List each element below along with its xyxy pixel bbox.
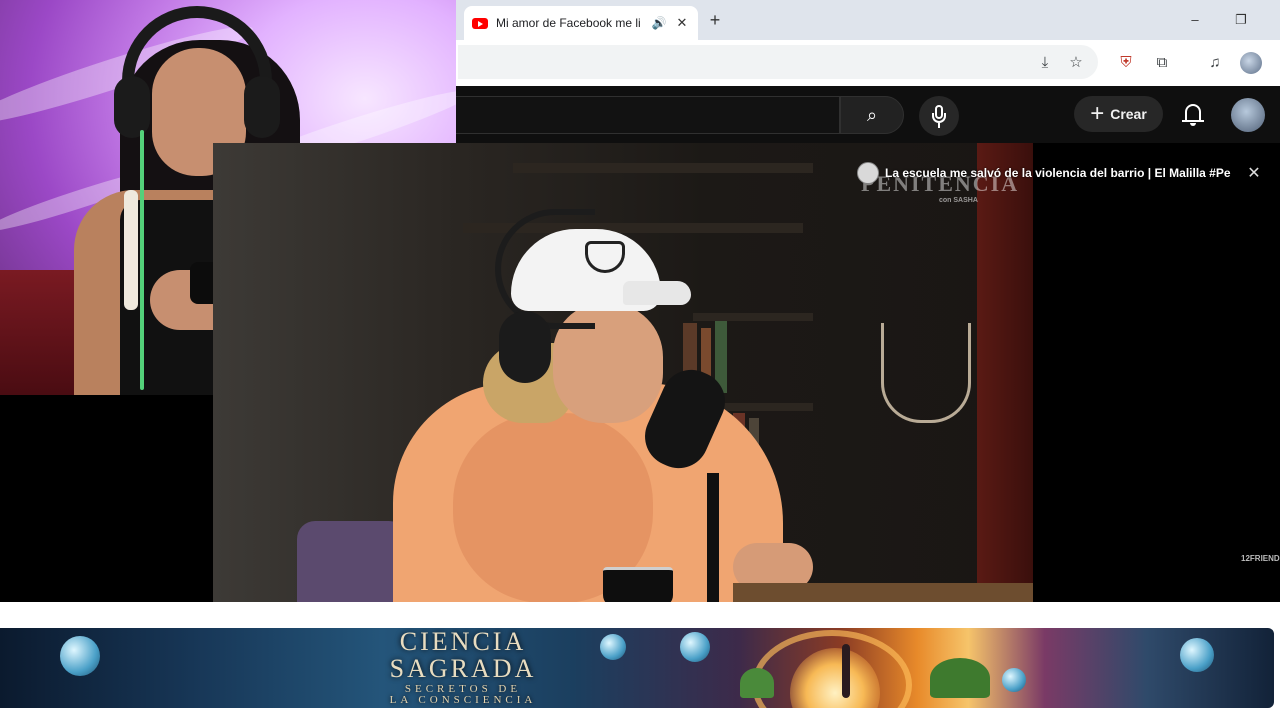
create-button[interactable]: + Crear [1074, 96, 1163, 132]
letterbox-area [0, 395, 213, 602]
table [733, 583, 1033, 602]
close-icon[interactable]: ✕ [1245, 163, 1263, 183]
address-bar[interactable] [458, 45, 1098, 79]
create-label: Crear [1110, 106, 1147, 122]
guest-chair [297, 521, 407, 602]
install-app-icon[interactable]: ⤓ [1034, 52, 1056, 74]
voice-search-button[interactable] [919, 96, 959, 136]
speaker-icon[interactable]: 🔊 [650, 16, 668, 30]
page-gap [0, 602, 1280, 628]
bookmark-star-icon[interactable]: ☆ [1065, 52, 1087, 74]
tab-title: Mi amor de Facebook me li [496, 16, 641, 30]
browser-tab[interactable]: Mi amor de Facebook me li 🔊 ✕ [464, 6, 698, 40]
corner-logo: 12FRIENDS [1241, 554, 1280, 563]
ciencia-sagrada-banner: CIENCIA SAGRADA SECRETOS DE LA CONSCIENC… [0, 628, 1274, 708]
banner-subtitle: SECRETOS DE LA CONSCIENCIA [389, 683, 537, 706]
new-tab-button[interactable]: + [704, 9, 726, 31]
headphone-cup [244, 76, 280, 138]
video-title[interactable]: La escuela me salvó de la violencia del … [885, 166, 1231, 180]
bottom-strip [0, 708, 1280, 720]
youtube-favicon-icon [472, 17, 488, 29]
planet-ring [752, 630, 912, 708]
account-avatar[interactable] [1231, 98, 1265, 132]
guest-headphone-cup [499, 311, 551, 383]
extensions-puzzle-icon[interactable]: ⧉ [1151, 52, 1173, 74]
notifications-bell-icon[interactable] [1178, 98, 1210, 130]
headphone-cup [114, 76, 150, 138]
browser-profile-avatar[interactable] [1240, 52, 1262, 74]
video-letterbox [1033, 143, 1280, 602]
mic-stand [707, 473, 719, 602]
video-title-bar: La escuela me salvó de la violencia del … [857, 161, 1280, 185]
top-strap [124, 190, 138, 310]
video-player[interactable]: PENITENCIA con SASHA La escuela me salvó… [213, 143, 1280, 602]
restore-button[interactable]: ❐ [1226, 8, 1256, 32]
screen: Mi amor de Facebook me li 🔊 ✕ + – ❐ ⤓ ☆ … [0, 0, 1280, 720]
browser-toolbar: ⤓ ☆ ⛨ ⧉ ♫ [456, 40, 1280, 86]
youtube-header: ⌕ + Crear [456, 86, 1280, 143]
search-icon: ⌕ [866, 105, 878, 125]
channel-avatar[interactable] [857, 162, 879, 184]
close-tab-icon[interactable]: ✕ [674, 15, 690, 31]
tote-bag [881, 323, 971, 423]
banner-title: CIENCIA SAGRADA [389, 628, 537, 683]
mic-cable [140, 130, 144, 390]
browser-tabbar: Mi amor de Facebook me li 🔊 ✕ + – ❐ [456, 0, 1280, 40]
minimize-button[interactable]: – [1180, 8, 1210, 32]
headphones [122, 6, 272, 86]
extension-shield-icon[interactable]: ⛨ [1115, 52, 1137, 74]
standing-figure [842, 644, 850, 698]
coffee-mug [603, 567, 673, 602]
video-frame [213, 143, 1033, 602]
red-wall-panel [977, 143, 1033, 602]
search-button[interactable]: ⌕ [840, 96, 904, 134]
plus-icon: + [1090, 100, 1105, 127]
search-input[interactable] [456, 96, 840, 134]
show-watermark-sub: con SASHA [939, 197, 978, 204]
media-control-icon[interactable]: ♫ [1204, 52, 1226, 74]
